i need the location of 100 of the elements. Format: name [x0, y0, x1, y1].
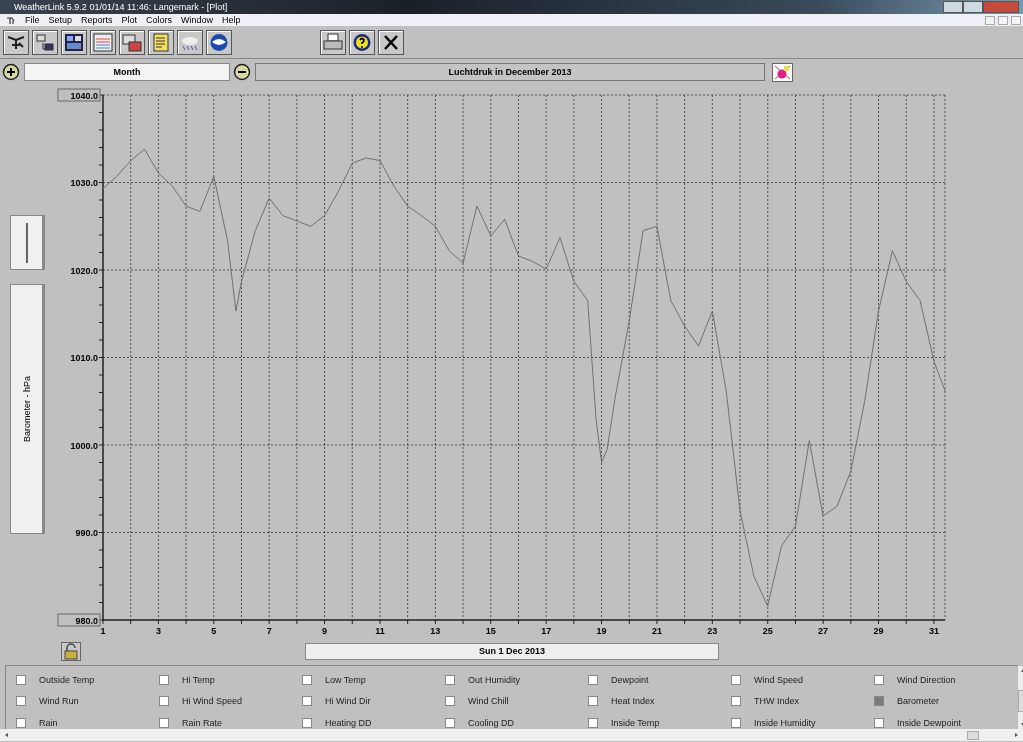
checkbox[interactable]: [159, 696, 169, 707]
notepad-icon: [151, 32, 171, 52]
cloud-button[interactable]: [177, 29, 203, 55]
menu-item[interactable]: File: [25, 15, 40, 25]
menu-item[interactable]: Reports: [81, 15, 113, 25]
x-tick-label: 5: [211, 626, 217, 636]
x-tick-label: 13: [430, 626, 441, 636]
checkbox-label[interactable]: Inside Humidity: [754, 717, 816, 728]
help-button[interactable]: [349, 29, 375, 55]
x-tick-label: 15: [485, 626, 496, 636]
checkbox-label[interactable]: THW Index: [754, 696, 799, 707]
paint-icon: [773, 63, 792, 81]
checkbox-label[interactable]: Dewpoint: [611, 674, 649, 685]
checkbox-label[interactable]: Wind Chill: [468, 696, 509, 707]
minimize-button[interactable]: [943, 1, 963, 13]
lock-icon: [62, 642, 80, 660]
lock-button[interactable]: [61, 641, 81, 661]
dashboard-button[interactable]: [61, 29, 87, 55]
checkbox[interactable]: [16, 696, 26, 707]
checkbox[interactable]: [731, 696, 741, 707]
printer-button[interactable]: [320, 29, 346, 55]
app-icon[interactable]: [6, 15, 16, 25]
notepad-button[interactable]: [148, 29, 174, 55]
x-tick-label: 19: [596, 626, 607, 636]
checkbox-label[interactable]: Inside Dewpoint: [897, 717, 962, 728]
checkbox[interactable]: [302, 674, 312, 685]
menu-item[interactable]: Setup: [48, 15, 73, 25]
station-button[interactable]: [3, 29, 29, 55]
checkbox-label[interactable]: Wind Run: [39, 696, 79, 707]
windows-icon: [122, 32, 142, 52]
menu-item[interactable]: Plot: [121, 15, 138, 25]
checkbox[interactable]: [445, 674, 455, 685]
dashboard-icon: [64, 32, 84, 52]
checkbox[interactable]: [874, 696, 884, 707]
checkbox[interactable]: [588, 674, 598, 685]
axis-label-button[interactable]: Barometer - hPa: [10, 284, 45, 534]
zoom-in-icon: [2, 62, 21, 82]
checkbox-label[interactable]: Inside Temp: [611, 717, 660, 728]
zoom-out-icon: [233, 62, 252, 82]
checkbox[interactable]: [159, 674, 169, 685]
checkbox-label[interactable]: Rain: [39, 717, 58, 728]
horizontal-scrollbar[interactable]: [0, 729, 1023, 741]
checkbox[interactable]: [302, 696, 312, 707]
checkbox-label[interactable]: Rain Rate: [182, 717, 223, 728]
axis-limit-field[interactable]: 1040.0: [57, 88, 101, 102]
color-button[interactable]: [772, 62, 793, 82]
x-tick-label: 23: [707, 626, 718, 636]
menu-item[interactable]: Help: [222, 15, 241, 25]
zoom-in-button[interactable]: [2, 62, 21, 82]
checkbox[interactable]: [16, 717, 26, 728]
plot-title: Luchtdruk in December 2013: [255, 63, 765, 81]
computer-button[interactable]: [32, 29, 58, 55]
checkbox-label[interactable]: Wind Speed: [754, 674, 804, 685]
checkbox[interactable]: [159, 717, 169, 728]
windows-button[interactable]: [119, 29, 145, 55]
checkbox-label[interactable]: Wind Direction: [897, 674, 956, 685]
checkbox-label[interactable]: Heating DD: [325, 717, 372, 728]
graph-icon: [93, 32, 113, 52]
checkbox-label[interactable]: Barometer: [897, 696, 940, 707]
checkbox[interactable]: [874, 717, 884, 728]
y-tick-label: 980.0: [75, 615, 98, 626]
x-tick-label: 21: [651, 626, 662, 636]
checkbox-label[interactable]: Hi Temp: [182, 674, 215, 685]
checkbox-label[interactable]: Outside Temp: [39, 674, 95, 685]
x-tick-label: 3: [155, 626, 161, 636]
menu-item[interactable]: Window: [181, 15, 214, 25]
scale-button[interactable]: [10, 215, 45, 270]
checkbox[interactable]: [588, 717, 598, 728]
close-button[interactable]: [378, 29, 404, 55]
checkbox-label[interactable]: Out Humidity: [468, 674, 520, 685]
x-tick-label: 27: [818, 626, 829, 636]
axis-limit-field[interactable]: 980.0: [57, 613, 101, 627]
checkbox[interactable]: [731, 717, 741, 728]
x-tick-label: 1: [100, 626, 106, 636]
checkbox[interactable]: [874, 674, 884, 685]
zoom-out-button[interactable]: [233, 62, 252, 82]
checkbox[interactable]: [302, 717, 312, 728]
x-tick-label: 25: [762, 626, 773, 636]
checkbox[interactable]: [445, 717, 455, 728]
globe-button[interactable]: [206, 29, 232, 55]
checkbox-label[interactable]: Hi Wind Speed: [182, 696, 243, 707]
x-tick-label: 29: [873, 626, 884, 636]
y-tick-label: 1000.0: [70, 440, 98, 451]
checkbox[interactable]: [588, 696, 598, 707]
checkbox[interactable]: [16, 674, 26, 685]
printer-icon: [323, 32, 343, 52]
menu-item[interactable]: Colors: [146, 15, 173, 25]
date-bar[interactable]: Sun 1 Dec 2013: [305, 642, 719, 660]
checkbox[interactable]: [731, 674, 741, 685]
checkbox-label[interactable]: Low Temp: [325, 674, 366, 685]
graph-button[interactable]: [90, 29, 116, 55]
checkbox-label[interactable]: Hi Wind Dir: [325, 696, 371, 707]
maximize-button[interactable]: [963, 1, 983, 13]
restore-button[interactable]: [998, 15, 1008, 25]
x-tick-label: 17: [541, 626, 552, 636]
checkbox-label[interactable]: Heat Index: [611, 696, 655, 707]
time-span-field[interactable]: Month: [24, 63, 230, 81]
checkbox[interactable]: [445, 696, 455, 707]
y-tick-label: 1040.0: [70, 90, 98, 101]
checkbox-label[interactable]: Cooling DD: [468, 717, 515, 728]
